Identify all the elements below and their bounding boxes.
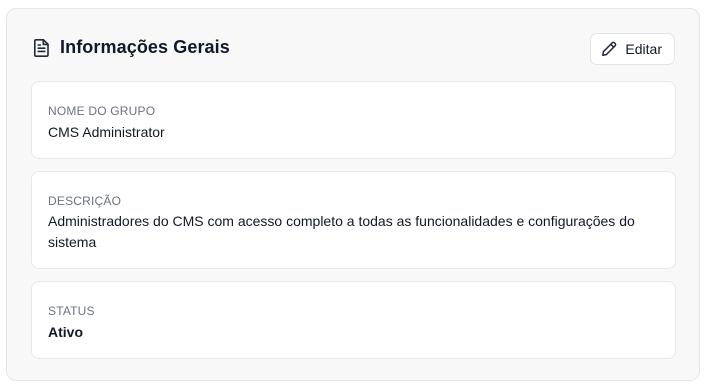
status-value: Ativo <box>48 324 83 340</box>
card-title: Informações Gerais <box>60 37 230 57</box>
field-status: STATUS Ativo <box>31 281 676 359</box>
field-description: DESCRIÇÃO Administradores do CMS com ace… <box>31 171 676 269</box>
field-label: NOME DO GRUPO <box>48 104 156 118</box>
edit-button[interactable]: Editar <box>590 33 675 65</box>
pencil-icon <box>601 41 617 57</box>
field-group-name: NOME DO GRUPO CMS Administrator <box>31 81 676 159</box>
field-value: CMS Administrator <box>48 124 165 140</box>
field-label: STATUS <box>48 304 95 318</box>
general-info-card: Informações Gerais Editar NOME DO GRUPO … <box>6 8 700 381</box>
card-title-group: Informações Gerais <box>33 37 230 58</box>
field-value: Administradores do CMS com acesso comple… <box>48 213 635 250</box>
card-header: Informações Gerais Editar <box>7 9 699 89</box>
field-label: DESCRIÇÃO <box>48 194 122 208</box>
document-icon <box>33 38 51 58</box>
edit-button-label: Editar <box>625 41 662 57</box>
